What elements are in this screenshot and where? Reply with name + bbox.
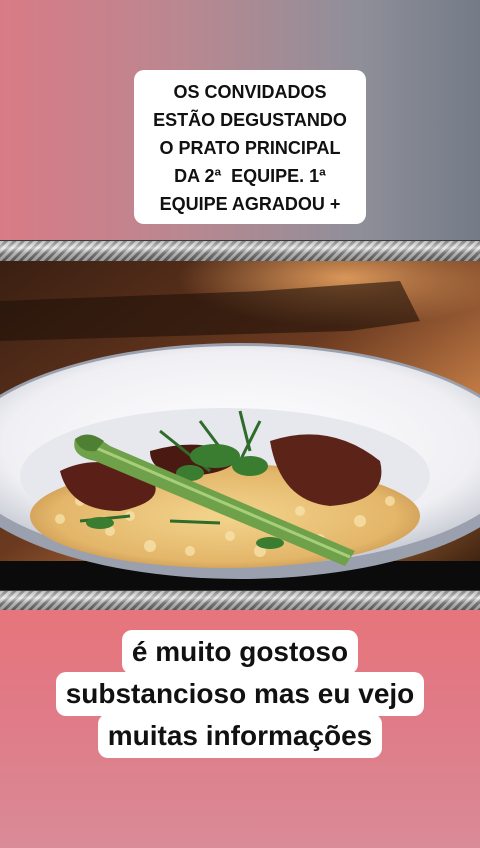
bottom-caption-box: é muito gostoso substancioso mas eu vejo… — [0, 630, 480, 758]
top-caption-line: DA 2ª EQUIPE. 1ª — [174, 166, 326, 186]
risotto-plate-icon — [0, 261, 480, 590]
food-photo — [0, 261, 480, 590]
top-caption-line: O PRATO PRINCIPAL — [159, 138, 341, 158]
metal-divider-top — [0, 240, 480, 262]
bottom-caption-line: muitas informações — [97, 714, 383, 758]
top-caption-box: OS CONVIDADOS ESTÃO DEGUSTANDO O PRATO P… — [134, 70, 366, 224]
top-caption-line: ESTÃO DEGUSTANDO — [153, 110, 347, 130]
bottom-caption-line: substancioso mas eu vejo — [55, 672, 425, 716]
bottom-caption-line: é muito gostoso — [121, 630, 359, 674]
top-caption-line: OS CONVIDADOS — [173, 82, 327, 102]
top-caption-line: EQUIPE AGRADOU + — [159, 194, 341, 214]
metal-divider-bottom — [0, 590, 480, 612]
